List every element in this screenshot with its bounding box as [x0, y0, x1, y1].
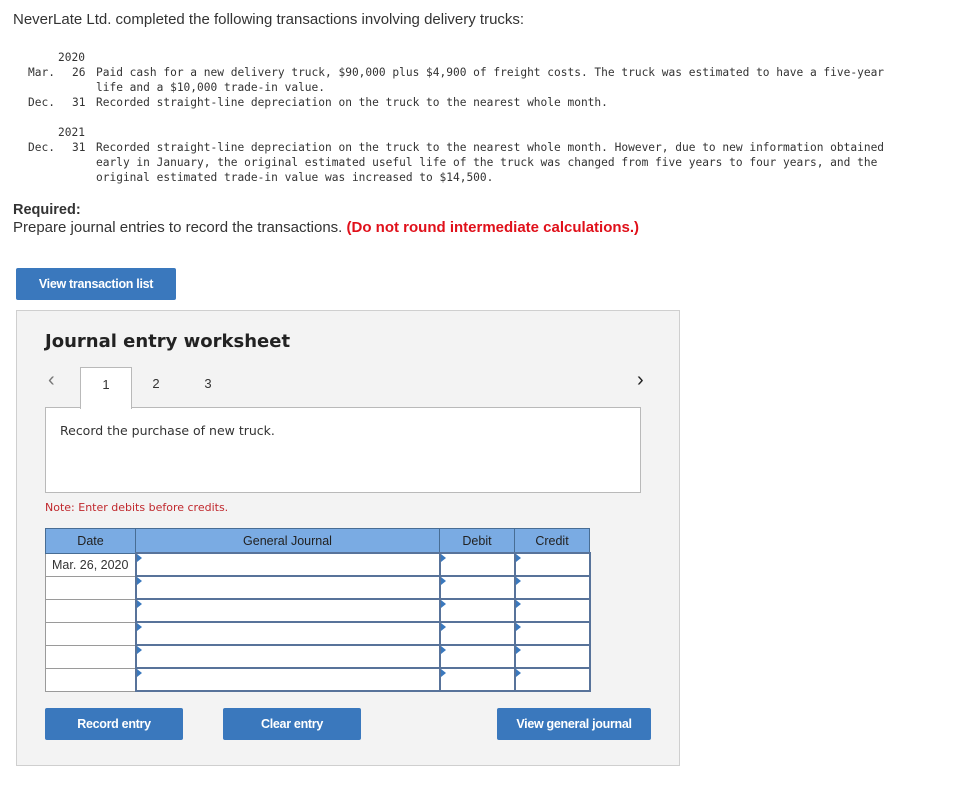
problem-intro: NeverLate Ltd. completed the following t… [13, 11, 525, 28]
entry-description: Record the purchase of new truck. [60, 423, 275, 438]
account-input[interactable] [134, 598, 441, 623]
debit-input[interactable] [438, 644, 516, 669]
entry-line: early in January, the original estimated… [96, 156, 878, 169]
date-cell: Mar. 26, 2020 [45, 552, 136, 577]
credit-input[interactable] [513, 621, 591, 646]
header-debit: Debit [439, 528, 515, 554]
chevron-left-icon[interactable]: ‹ [48, 369, 55, 392]
credit-input[interactable] [513, 552, 591, 577]
year-label: 2021 [58, 126, 85, 139]
debit-input[interactable] [438, 621, 516, 646]
credit-input[interactable] [513, 598, 591, 623]
debit-input[interactable] [438, 575, 516, 600]
date-cell [45, 598, 136, 623]
transaction-list: 2020 Mar. 26 Paid cash for a new deliver… [0, 50, 884, 290]
tab-3[interactable]: 3 [183, 367, 233, 407]
year-label: 2020 [58, 51, 85, 64]
required-section: Required: Prepare journal entries to rec… [13, 202, 639, 236]
entry-month: Dec. [28, 96, 55, 109]
credit-input[interactable] [513, 644, 591, 669]
tab-1[interactable]: 1 [80, 367, 132, 409]
debit-input[interactable] [438, 598, 516, 623]
entry-description-box: Record the purchase of new truck. [45, 407, 641, 493]
entry-month: Mar. [28, 66, 55, 79]
table-row: Mar. 26, 2020 [45, 552, 591, 577]
debit-credit-note: Note: Enter debits before credits. [45, 501, 229, 514]
journal-table: Date General Journal Debit Credit Mar. 2… [45, 528, 591, 692]
entry-line: Paid cash for a new delivery truck, $90,… [96, 66, 885, 79]
record-entry-button[interactable]: Record entry [45, 708, 183, 740]
debit-input[interactable] [438, 667, 516, 692]
date-cell [45, 575, 136, 600]
required-text: Prepare journal entries to record the tr… [13, 219, 343, 236]
table-row [45, 667, 591, 692]
journal-entry-worksheet: Journal entry worksheet ‹ › 1 2 3 Record… [16, 310, 680, 766]
clear-entry-button[interactable]: Clear entry [223, 708, 361, 740]
debit-input[interactable] [438, 552, 516, 577]
entry-line: Recorded straight-line depreciation on t… [96, 96, 608, 109]
entry-line: life and a $10,000 trade-in value. [96, 81, 326, 94]
account-input[interactable] [134, 575, 441, 600]
tab-2[interactable]: 2 [131, 367, 181, 407]
table-row [45, 644, 591, 669]
chevron-right-icon[interactable]: › [637, 369, 644, 392]
entry-day: 26 [72, 66, 86, 79]
account-input[interactable] [134, 552, 441, 577]
table-row [45, 598, 591, 623]
credit-input[interactable] [513, 575, 591, 600]
entry-day: 31 [72, 96, 86, 109]
view-general-journal-button[interactable]: View general journal [497, 708, 651, 740]
worksheet-title: Journal entry worksheet [45, 331, 291, 352]
credit-input[interactable] [513, 667, 591, 692]
header-general-journal: General Journal [135, 528, 440, 554]
required-note: (Do not round intermediate calculations.… [346, 219, 640, 236]
account-input[interactable] [134, 667, 441, 692]
date-cell [45, 644, 136, 669]
entry-month: Dec. [28, 141, 55, 154]
header-date: Date [45, 528, 136, 554]
required-label: Required: [13, 202, 81, 218]
view-transaction-list-button[interactable]: View transaction list [16, 268, 176, 300]
account-input[interactable] [134, 644, 441, 669]
entry-line: Recorded straight-line depreciation on t… [96, 141, 885, 154]
table-row [45, 575, 591, 600]
entry-day: 31 [72, 141, 86, 154]
required-instruction: Prepare journal entries to record the tr… [13, 219, 639, 236]
entry-line: original estimated trade-in value was in… [96, 171, 494, 184]
date-cell [45, 667, 136, 692]
table-row [45, 621, 591, 646]
date-cell [45, 621, 136, 646]
account-input[interactable] [134, 621, 441, 646]
header-credit: Credit [514, 528, 590, 554]
